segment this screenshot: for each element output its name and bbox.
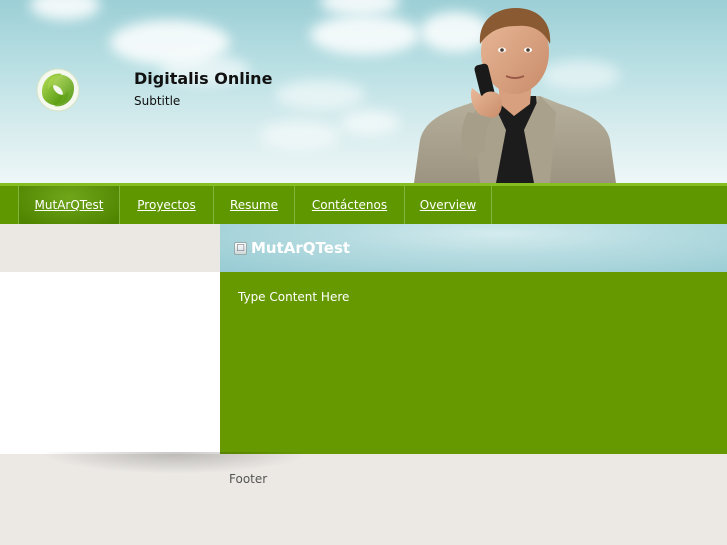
nav-item-proyectos[interactable]: Proyectos	[120, 186, 214, 224]
page: Digitalis Online Subtitle MutArQTest Pro…	[0, 0, 727, 545]
main-nav: MutArQTest Proyectos Resume Contáctenos …	[0, 183, 727, 224]
sidebar	[0, 272, 220, 454]
page-icon: □	[234, 241, 247, 255]
nav-item-resume[interactable]: Resume	[214, 186, 295, 224]
content-title: MutArQTest	[251, 239, 351, 257]
nav-item-contactenos[interactable]: Contáctenos	[295, 186, 405, 224]
leaf-s-logo-icon[interactable]	[36, 68, 80, 112]
sidebar-header	[0, 224, 220, 272]
content-body: Type Content Here	[220, 272, 727, 454]
content-text: Type Content Here	[238, 290, 350, 304]
nav-item-mutarqtest[interactable]: MutArQTest	[19, 186, 120, 224]
header-banner: Digitalis Online Subtitle	[0, 0, 727, 183]
nav-item-overview[interactable]: Overview	[405, 186, 492, 224]
header-photo	[414, 8, 616, 183]
site-subtitle: Subtitle	[134, 94, 181, 108]
footer-shadow	[40, 452, 310, 474]
site-title: Digitalis Online	[134, 69, 273, 88]
content-header: □ MutArQTest	[220, 224, 727, 272]
footer-text: Footer	[229, 472, 268, 486]
